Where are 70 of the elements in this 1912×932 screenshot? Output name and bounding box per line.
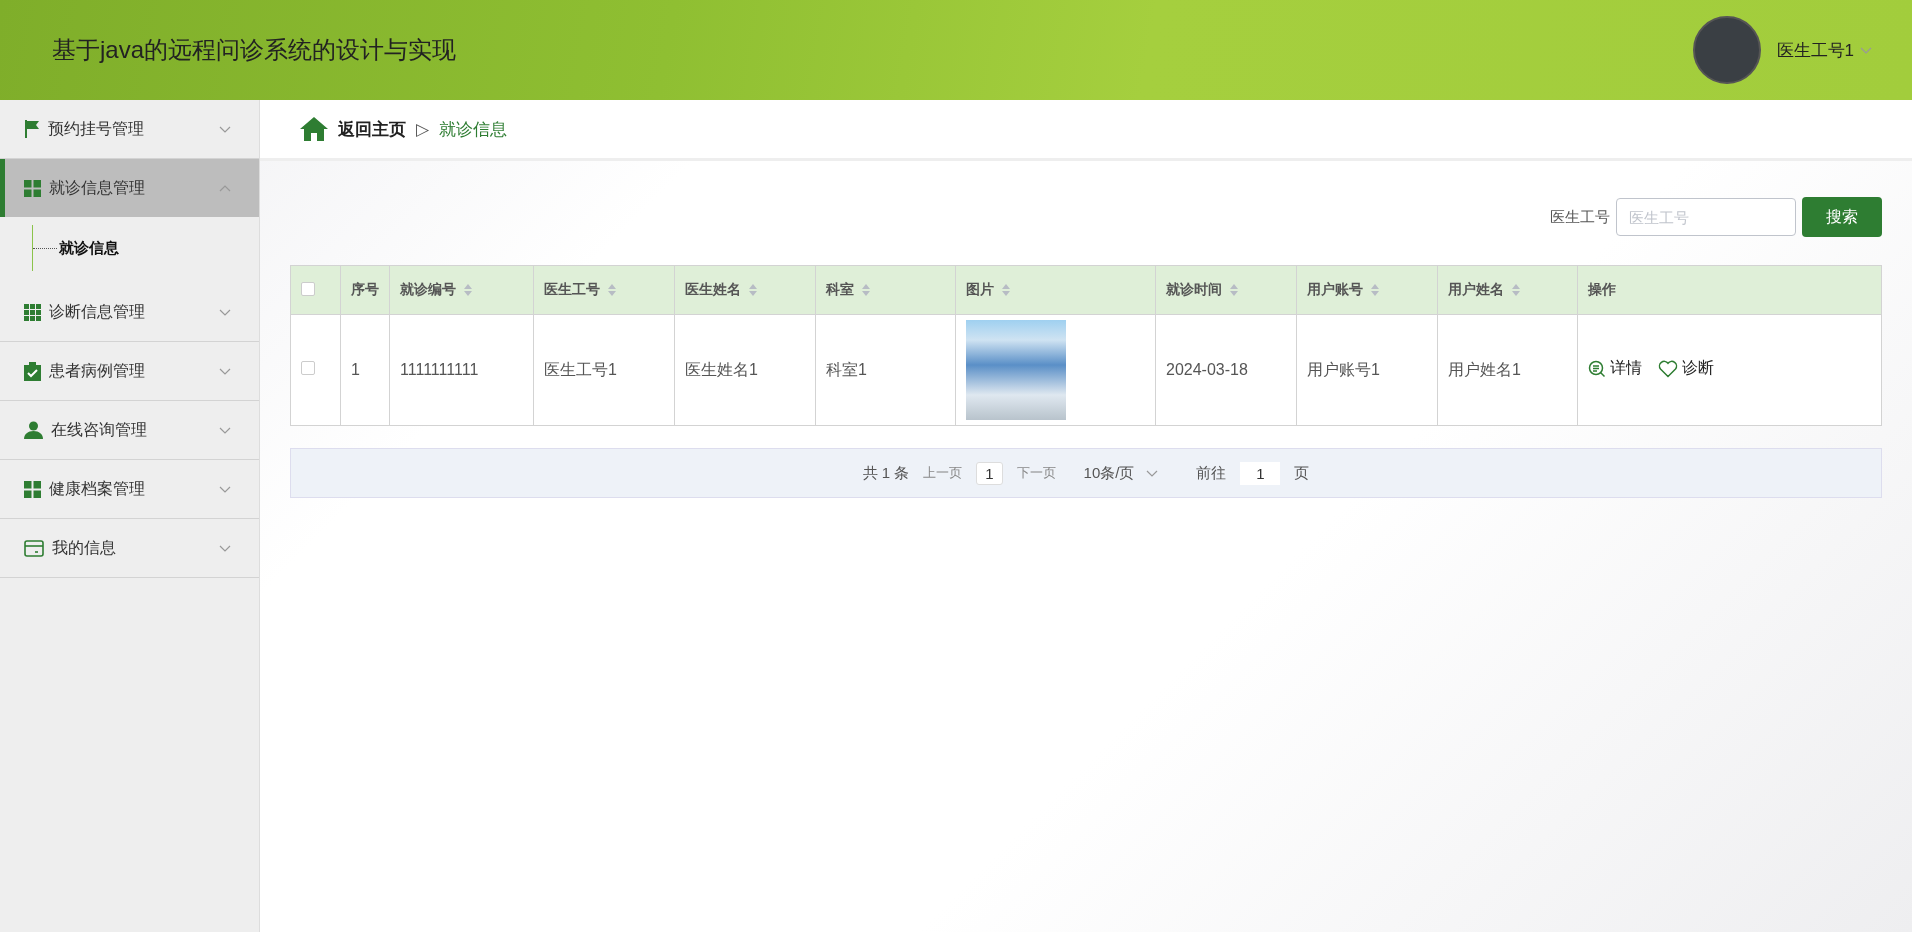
- sort-icon[interactable]: [464, 284, 472, 296]
- sort-icon[interactable]: [749, 284, 757, 296]
- chevron-up-icon: [219, 184, 231, 192]
- chevron-down-icon: [219, 426, 231, 434]
- table-cell: 医生工号1: [533, 314, 675, 426]
- total-count: 共 1 条: [862, 463, 910, 483]
- chevron-down-icon: [219, 308, 231, 316]
- chevron-down-icon: [219, 544, 231, 552]
- sidebar-item[interactable]: 诊断信息管理: [0, 283, 259, 342]
- search-field[interactable]: 医生工号: [1616, 198, 1796, 236]
- person-icon: [24, 421, 43, 439]
- chevron-down-icon: [219, 485, 231, 493]
- chevron-down-icon: [1146, 469, 1159, 477]
- column-header[interactable]: 医生姓名: [674, 265, 816, 315]
- sidebar-item[interactable]: 健康档案管理: [0, 460, 259, 519]
- card-icon: [24, 539, 44, 557]
- sort-icon[interactable]: [862, 284, 870, 296]
- table-cell: 用户姓名1: [1437, 314, 1578, 426]
- app-title: 基于java的远程问诊系统的设计与实现: [52, 35, 457, 65]
- sidebar-item[interactable]: 在线咨询管理: [0, 401, 259, 460]
- search-list-icon: [1588, 359, 1606, 378]
- table-cell: 1111111111: [389, 314, 534, 426]
- column-header[interactable]: 用户姓名: [1437, 265, 1578, 315]
- table-cell: 2024-03-18: [1155, 314, 1297, 426]
- column-header[interactable]: 用户账号: [1296, 265, 1438, 315]
- chevron-down-icon: [1860, 46, 1872, 54]
- table-cell: 科室1: [815, 314, 956, 426]
- breadcrumb-current: 就诊信息: [439, 118, 508, 141]
- sidebar-item[interactable]: 就诊信息管理: [0, 159, 259, 217]
- goto-label: 前往: [1196, 463, 1227, 483]
- table-cell: 医生姓名1: [674, 314, 816, 426]
- diagnose-link[interactable]: 诊断: [1658, 358, 1714, 380]
- sidebar-item[interactable]: 我的信息: [0, 519, 259, 578]
- sort-icon[interactable]: [1371, 284, 1379, 296]
- grid-icon: [24, 480, 41, 498]
- sidebar-item[interactable]: 患者病例管理: [0, 342, 259, 401]
- sort-icon[interactable]: [1002, 284, 1010, 296]
- row-checkbox[interactable]: [301, 361, 315, 375]
- flag-icon: [24, 120, 40, 138]
- table-cell: 1: [340, 314, 390, 426]
- home-icon[interactable]: [300, 117, 328, 141]
- column-header[interactable]: 医生工号: [533, 265, 675, 315]
- column-header[interactable]: 图片: [955, 265, 1156, 315]
- breadcrumb-separator: ▷: [416, 118, 430, 140]
- clipboard-check-icon: [24, 361, 41, 381]
- grid-icon: [24, 179, 41, 197]
- column-header[interactable]: 就诊时间: [1155, 265, 1297, 315]
- page-number[interactable]: 1: [976, 461, 1003, 485]
- sort-icon[interactable]: [1230, 284, 1238, 296]
- search-button[interactable]: 搜索: [1802, 197, 1882, 237]
- page-size-select[interactable]: 10条/页: [1083, 463, 1159, 483]
- breadcrumb-link[interactable]: 返回主页: [338, 117, 406, 141]
- page-suffix: 页: [1294, 463, 1310, 483]
- column-header: 序号: [340, 265, 390, 315]
- sort-icon[interactable]: [608, 284, 616, 296]
- chevron-down-icon: [219, 125, 231, 133]
- goto-page-field[interactable]: 1: [1240, 461, 1281, 485]
- column-header[interactable]: 科室: [815, 265, 956, 315]
- table-cell: 用户账号1: [1296, 314, 1438, 426]
- chevron-down-icon: [219, 367, 231, 375]
- user-menu[interactable]: 医生工号1: [1776, 38, 1872, 62]
- column-header[interactable]: 就诊编号: [389, 265, 534, 315]
- grid-icon: [24, 303, 41, 321]
- detail-link[interactable]: 详情: [1588, 358, 1642, 380]
- sort-icon[interactable]: [1512, 284, 1520, 296]
- heart-icon: [1658, 359, 1678, 378]
- column-header: 操作: [1577, 265, 1882, 315]
- search-label: 医生工号: [1550, 207, 1610, 227]
- select-all-checkbox[interactable]: [301, 281, 315, 296]
- submenu-item[interactable]: 就诊信息: [32, 225, 259, 271]
